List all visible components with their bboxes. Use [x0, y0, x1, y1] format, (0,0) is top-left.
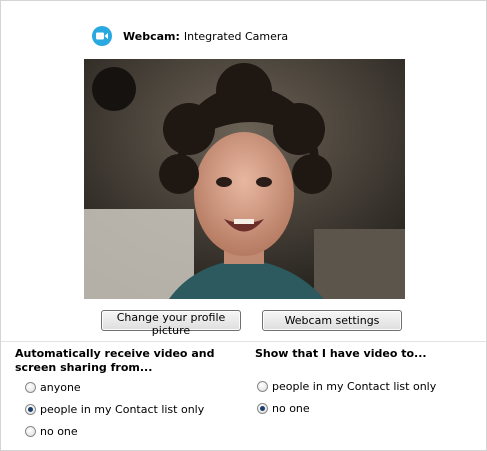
radio-label: anyone [40, 381, 81, 394]
change-profile-picture-button[interactable]: Change your profile picture [101, 310, 241, 337]
webcam-settings-panel: Webcam: Integrated Camera Change your pr… [0, 0, 487, 451]
receive-option-no-one[interactable]: no one [25, 425, 78, 438]
webcam-preview-image [84, 59, 405, 299]
radio-button[interactable] [257, 403, 268, 414]
webcam-device-name: Integrated Camera [183, 29, 289, 43]
receive-option-anyone[interactable]: anyone [25, 381, 81, 394]
receive-video-heading: Automatically receive video and screen s… [15, 347, 215, 374]
webcam-device-row: Webcam: Integrated Camera [92, 26, 288, 46]
show-option-contacts[interactable]: people in my Contact list only [257, 380, 436, 393]
radio-button[interactable] [257, 381, 268, 392]
show-video-heading: Show that I have video to... [255, 347, 427, 360]
radio-label: no one [40, 425, 78, 438]
show-option-no-one[interactable]: no one [257, 402, 310, 415]
receive-option-contacts[interactable]: people in my Contact list only [25, 403, 204, 416]
webcam-label: Webcam: [123, 29, 180, 43]
radio-button[interactable] [25, 382, 36, 393]
radio-label: people in my Contact list only [272, 380, 437, 393]
radio-label: people in my Contact list only [40, 403, 205, 416]
radio-button[interactable] [25, 404, 36, 415]
radio-label: no one [272, 402, 310, 415]
radio-button[interactable] [25, 426, 36, 437]
section-divider [1, 341, 486, 342]
webcam-preview [84, 59, 405, 299]
video-camera-icon [92, 26, 112, 46]
webcam-settings-button[interactable]: Webcam settings [262, 310, 402, 331]
